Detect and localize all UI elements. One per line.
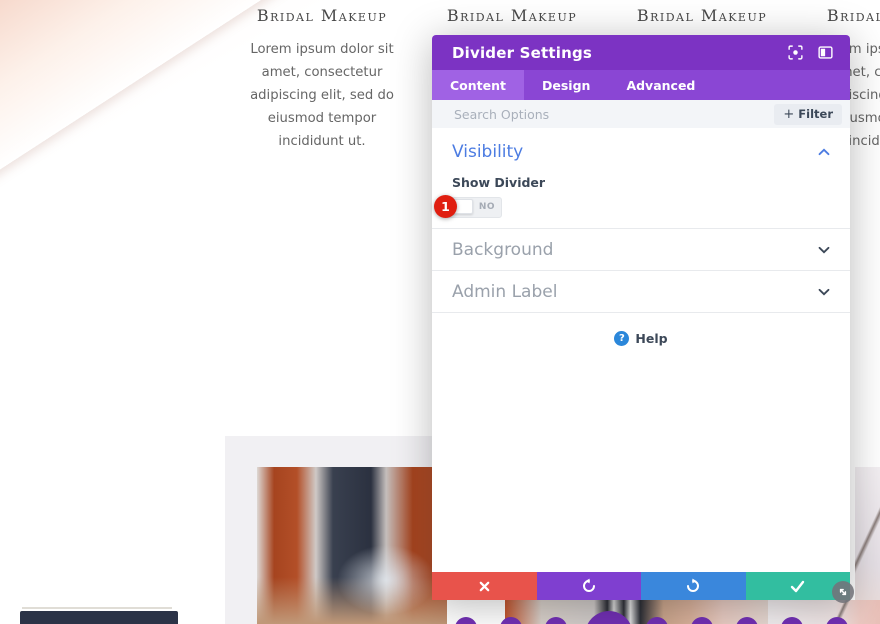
snap-panel-icon[interactable] (818, 45, 833, 60)
help-label: Help (635, 331, 668, 346)
discard-button[interactable] (432, 572, 537, 600)
blurb-text: Lorem ipsum dolor sit amet, consectetur … (250, 42, 394, 150)
section-admin-label[interactable]: Admin Label (432, 270, 850, 312)
footer-dark-element (20, 611, 178, 624)
section-title: Visibility (452, 142, 524, 162)
filter-button[interactable]: + Filter (774, 103, 842, 125)
blurb-heading: Bridal Makeup (826, 6, 880, 25)
toggle-value: NO (478, 202, 495, 212)
question-icon: ? (614, 331, 630, 346)
carousel-dot[interactable] (455, 617, 477, 624)
blurb-heading: Bridal Makeup (636, 6, 768, 25)
chevron-down-icon (818, 288, 830, 295)
tab-content[interactable]: Content (432, 70, 524, 100)
help-link[interactable]: ? Help (614, 331, 668, 346)
expand-modal-icon[interactable] (788, 45, 803, 60)
tab-design[interactable]: Design (524, 70, 608, 100)
section-background[interactable]: Background (432, 228, 850, 270)
blurb-heading: Bridal Makeup (256, 6, 388, 25)
help-row: ? Help (432, 312, 850, 346)
photo-hairspray (257, 467, 447, 624)
resize-diagonal-icon (839, 588, 847, 596)
chevron-up-icon (818, 148, 830, 156)
tab-label: Content (450, 77, 506, 93)
toggle-wrap: 1 NO (434, 195, 508, 218)
modal-body: Visibility Show Divider 1 NO Background (432, 128, 850, 572)
tab-advanced[interactable]: Advanced (608, 70, 713, 100)
redo-icon (687, 578, 700, 592)
undo-icon (582, 578, 595, 592)
section-visibility: Visibility Show Divider 1 NO (432, 128, 850, 228)
modal-header[interactable]: Divider Settings (432, 35, 850, 70)
step-badge: 1 (434, 195, 457, 218)
undo-button[interactable] (536, 572, 641, 600)
screen: Bridal Makeup Lorem ipsum dolor sit amet… (0, 0, 880, 624)
tab-label: Advanced (626, 77, 696, 93)
filter-button-label: Filter (798, 107, 833, 121)
footer-divider-line (22, 607, 172, 609)
redo-button[interactable] (641, 572, 746, 600)
resize-handle[interactable] (832, 581, 854, 603)
section-title: Admin Label (452, 281, 558, 302)
check-icon (791, 580, 805, 592)
show-divider-label: Show Divider (452, 175, 546, 190)
blurb-column: Bridal Makeup Lorem ipsum dolor sit amet… (227, 6, 417, 153)
close-icon (479, 581, 490, 591)
blurb-heading: Bridal Makeup (446, 6, 578, 25)
section-visibility-header[interactable]: Visibility (452, 141, 830, 163)
plus-icon: + (783, 106, 795, 122)
section-title: Background (452, 239, 554, 260)
tab-label: Design (542, 77, 591, 93)
modal-action-bar (432, 572, 850, 600)
modal-tabs: Content Design Advanced (432, 70, 850, 100)
divider-settings-modal: Divider Settings Content Design Advanced… (432, 35, 854, 603)
modal-title: Divider Settings (452, 43, 593, 62)
chevron-down-icon (818, 246, 830, 253)
search-options-bar: + Filter (432, 100, 850, 128)
search-options-input[interactable] (452, 105, 767, 123)
